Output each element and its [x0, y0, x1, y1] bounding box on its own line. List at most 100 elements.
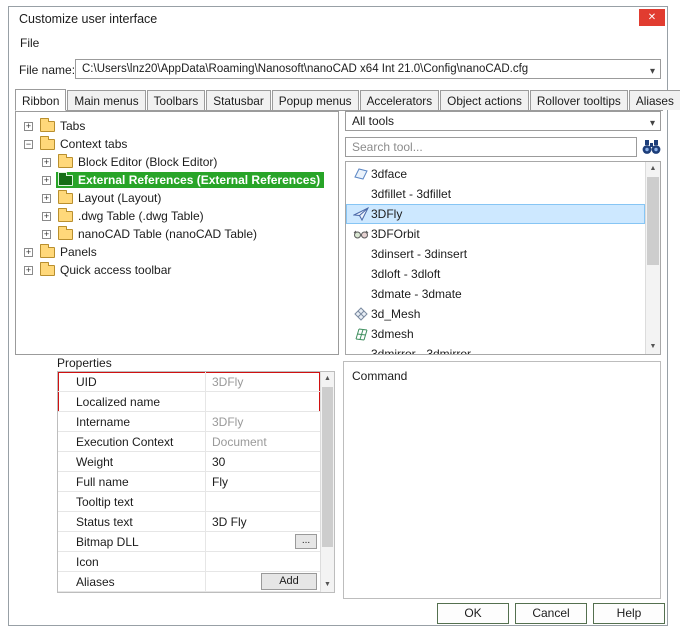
orbit-glasses-icon — [351, 226, 371, 242]
tool-item-3dmate[interactable]: 3dmate - 3dmate — [346, 284, 645, 304]
property-value[interactable] — [206, 552, 320, 571]
tool-item-label: 3dmesh — [371, 327, 414, 341]
tab-object-actions[interactable]: Object actions — [440, 90, 529, 110]
scroll-down-icon[interactable]: ▼ — [646, 340, 660, 354]
property-row-localized-name[interactable]: Localized name — [58, 392, 320, 412]
property-row-tooltip-text[interactable]: Tooltip text — [58, 492, 320, 512]
property-row-weight[interactable]: Weight 30 — [58, 452, 320, 472]
tool-item-3dforbit[interactable]: 3DFOrbit — [346, 224, 645, 244]
chevron-down-icon[interactable]: ▾ — [650, 63, 655, 79]
properties-scrollbar[interactable]: ▲ ▼ — [320, 372, 334, 592]
chevron-down-icon[interactable]: ▾ — [650, 115, 655, 133]
property-value[interactable]: Fly — [206, 472, 320, 491]
property-value[interactable] — [206, 392, 320, 411]
expand-icon[interactable]: + — [42, 158, 51, 167]
expand-icon[interactable]: + — [42, 230, 51, 239]
tree-item-context-tabs[interactable]: − Context tabs — [16, 135, 338, 153]
scroll-down-icon[interactable]: ▼ — [321, 578, 334, 592]
tab-popup-menus[interactable]: Popup menus — [272, 90, 359, 110]
tree-item-dwg-table[interactable]: + .dwg Table (.dwg Table) — [16, 207, 338, 225]
property-row-full-name[interactable]: Full name Fly — [58, 472, 320, 492]
file-name-combo[interactable]: C:\Users\lnz20\AppData\Roaming\Nanosoft\… — [75, 59, 661, 79]
file-name-label: File name: — [19, 63, 75, 77]
property-row-uid[interactable]: UID 3DFly — [58, 372, 320, 392]
command-panel[interactable]: Command — [343, 361, 661, 599]
tool-filter-value: All tools — [352, 114, 394, 128]
tree-item-quick-access-toolbar[interactable]: + Quick access toolbar — [16, 261, 338, 279]
tool-filter-combo[interactable]: All tools ▾ — [345, 111, 661, 131]
tree-item-block-editor[interactable]: + Block Editor (Block Editor) — [16, 153, 338, 171]
close-icon[interactable]: ✕ — [639, 9, 665, 26]
expand-icon[interactable]: + — [42, 194, 51, 203]
search-input[interactable] — [345, 137, 637, 157]
property-name: Bitmap DLL — [58, 532, 206, 551]
scroll-thumb[interactable] — [322, 387, 333, 547]
cancel-button[interactable]: Cancel — [515, 603, 587, 624]
tree-item-panels[interactable]: + Panels — [16, 243, 338, 261]
tree-item-external-references[interactable]: + External References (External Referenc… — [16, 171, 338, 189]
menu-file[interactable]: File — [11, 33, 48, 53]
tree-item-label: Block Editor (Block Editor) — [78, 155, 217, 169]
property-name: Weight — [58, 452, 206, 471]
3dface-icon — [351, 166, 371, 182]
tab-accelerators[interactable]: Accelerators — [360, 90, 440, 110]
tool-item-3dinsert[interactable]: 3dinsert - 3dinsert — [346, 244, 645, 264]
expand-icon[interactable]: + — [24, 122, 33, 131]
property-value[interactable] — [206, 492, 320, 511]
tab-toolbars[interactable]: Toolbars — [147, 90, 206, 110]
scroll-up-icon[interactable]: ▲ — [646, 162, 660, 176]
tool-item-label: 3dface — [371, 167, 407, 181]
tool-item-label-selected: 3DFly — [371, 207, 402, 221]
property-value[interactable]: 3DFly — [206, 372, 320, 391]
tab-main-menus[interactable]: Main menus — [67, 90, 145, 110]
property-name: UID — [58, 372, 206, 391]
ok-button[interactable]: OK — [437, 603, 509, 624]
tool-item-3dfillet[interactable]: 3dfillet - 3dfillet — [346, 184, 645, 204]
tab-aliases[interactable]: Aliases — [629, 90, 680, 110]
tool-item-partial[interactable]: 3dmirror - 3dmirror — [346, 344, 645, 355]
folder-icon — [58, 157, 73, 168]
tab-rollover-tooltips[interactable]: Rollover tooltips — [530, 90, 628, 110]
property-value[interactable]: 3D Fly — [206, 512, 320, 531]
tree-item-label: Layout (Layout) — [78, 191, 161, 205]
scroll-thumb[interactable] — [647, 177, 659, 265]
tab-ribbon[interactable]: Ribbon — [15, 89, 66, 111]
tool-item-3d-mesh[interactable]: 3d_Mesh — [346, 304, 645, 324]
tree-item-nanocad-table[interactable]: + nanoCAD Table (nanoCAD Table) — [16, 225, 338, 243]
tool-item-3dmesh[interactable]: 3dmesh — [346, 324, 645, 344]
expand-icon[interactable]: + — [24, 248, 33, 257]
scroll-up-icon[interactable]: ▲ — [321, 372, 334, 386]
property-row-intername[interactable]: Intername 3DFly — [58, 412, 320, 432]
expand-icon[interactable]: + — [42, 176, 51, 185]
collapse-icon[interactable]: − — [24, 140, 33, 149]
tree-item-label-selected: External References (External References… — [78, 173, 320, 187]
property-row-status-text[interactable]: Status text 3D Fly — [58, 512, 320, 532]
property-value[interactable]: 30 — [206, 452, 320, 471]
tree-item-label: Panels — [60, 245, 97, 259]
browse-button[interactable]: ... — [295, 534, 317, 549]
tool-item-label: 3dmate - 3dmate — [371, 287, 462, 301]
tree-item-tabs[interactable]: + Tabs — [16, 117, 338, 135]
folder-icon — [40, 121, 55, 132]
expand-icon[interactable]: + — [42, 212, 51, 221]
tool-list-scrollbar[interactable]: ▲ ▼ — [645, 162, 660, 354]
tool-item-3dfly[interactable]: 3DFly — [346, 204, 645, 224]
property-value[interactable]: 3DFly — [206, 412, 320, 431]
tool-item-label: 3dfillet - 3dfillet — [371, 187, 451, 201]
help-button[interactable]: Help — [593, 603, 665, 624]
folder-icon — [58, 211, 73, 222]
search-binoculars-icon[interactable] — [641, 137, 662, 157]
tab-statusbar[interactable]: Statusbar — [206, 90, 271, 110]
property-row-aliases[interactable]: Aliases Add — [58, 572, 320, 592]
tool-item-3dface[interactable]: 3dface — [346, 164, 645, 184]
expand-icon[interactable]: + — [24, 266, 33, 275]
property-row-bitmap-dll[interactable]: Bitmap DLL ... — [58, 532, 320, 552]
tool-item-3dloft[interactable]: 3dloft - 3dloft — [346, 264, 645, 284]
properties-rows: UID 3DFly Localized name Intername 3DFly… — [58, 372, 320, 592]
property-row-icon[interactable]: Icon — [58, 552, 320, 572]
add-alias-button[interactable]: Add — [261, 573, 317, 590]
property-value[interactable]: Document — [206, 432, 320, 451]
property-name: Icon — [58, 552, 206, 571]
tree-item-layout[interactable]: + Layout (Layout) — [16, 189, 338, 207]
property-row-execution-context[interactable]: Execution Context Document — [58, 432, 320, 452]
